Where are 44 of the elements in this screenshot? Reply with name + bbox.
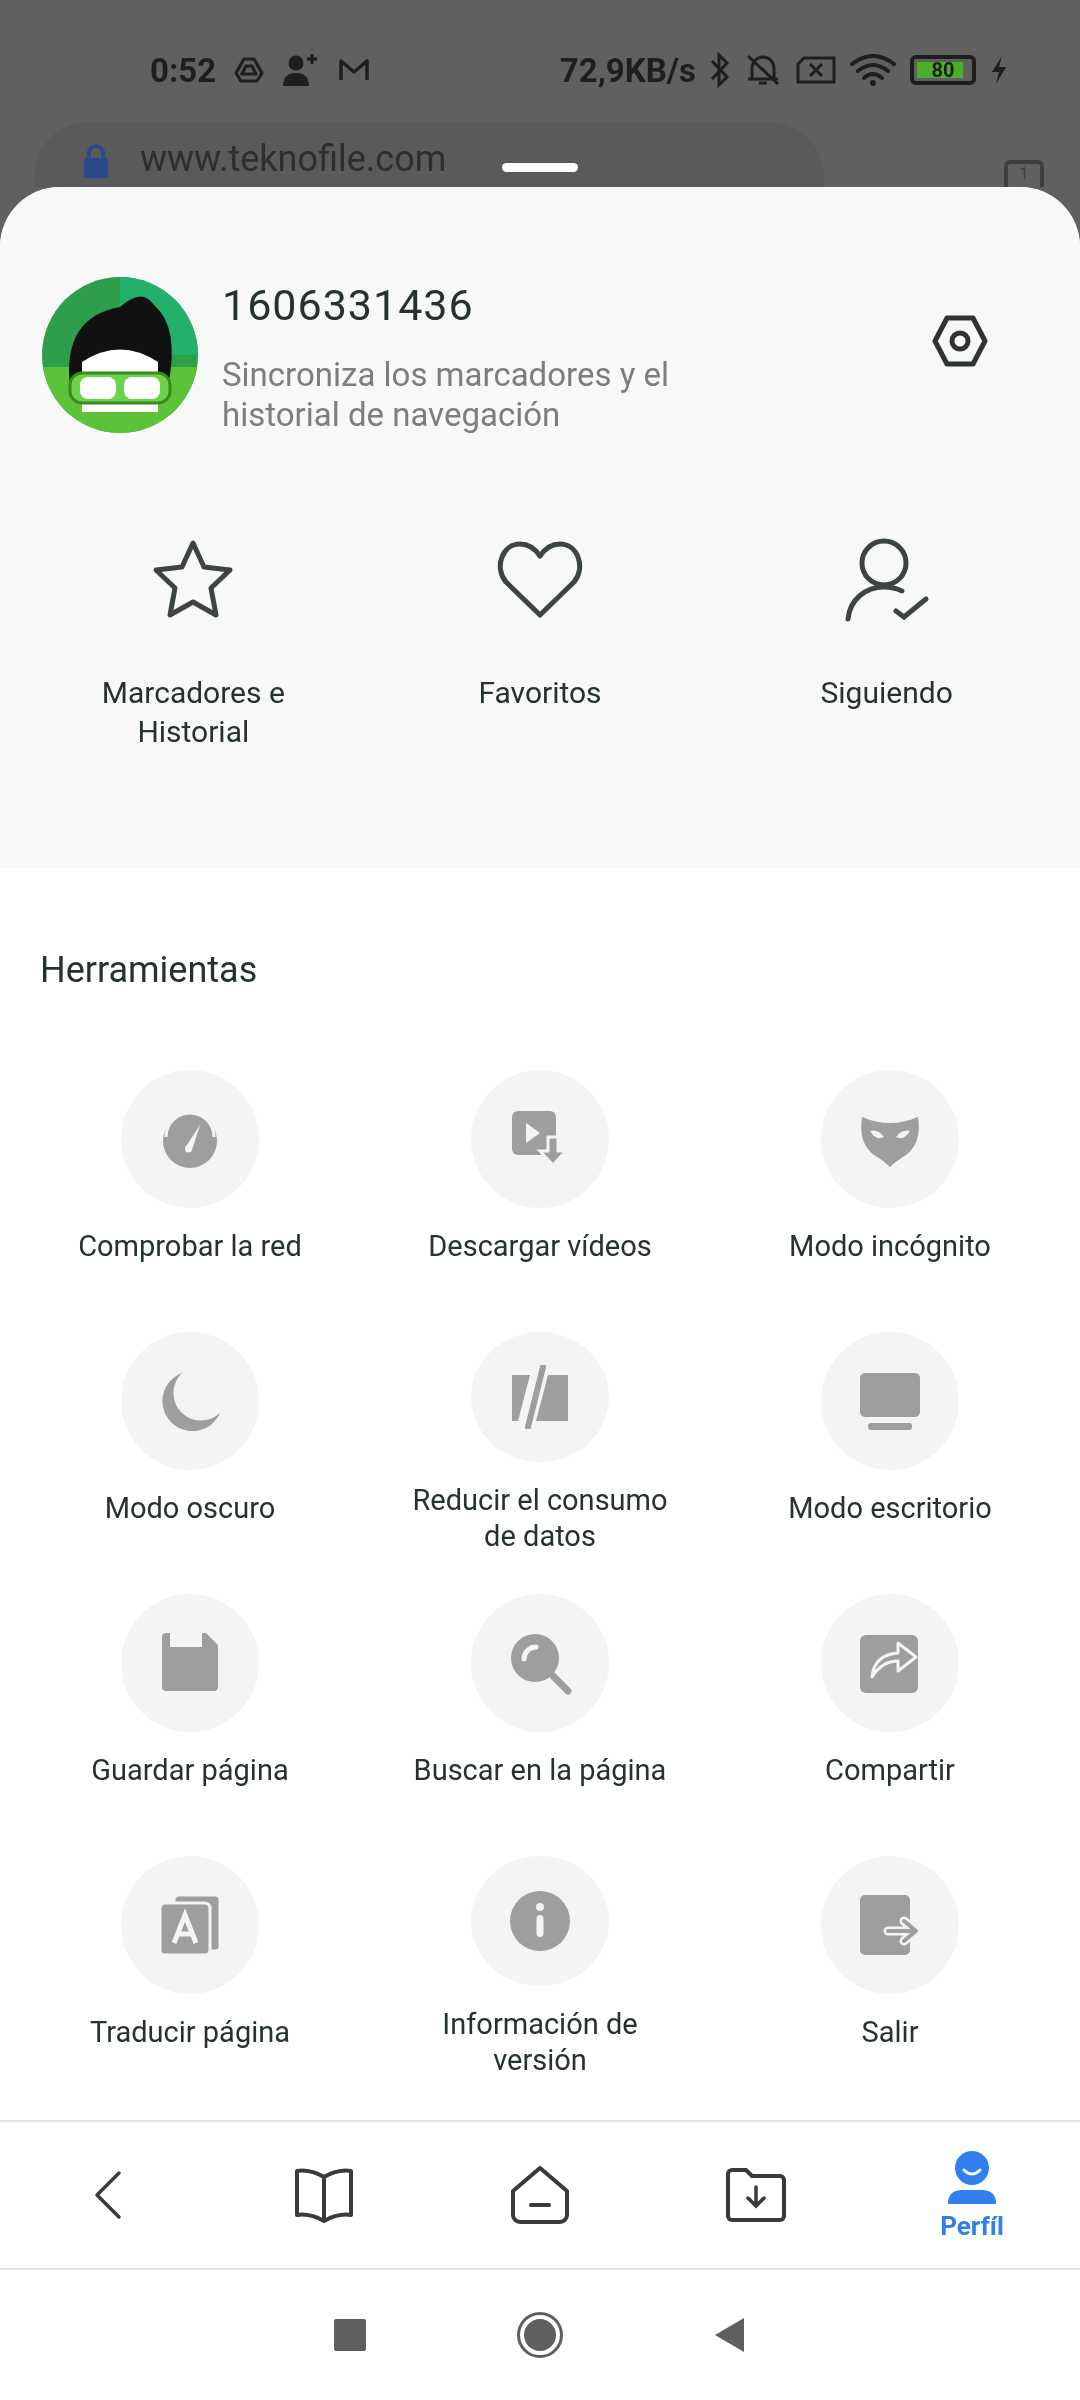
shortcut-button[interactable]: Marcadores e Historial — [20, 535, 367, 751]
tool-button[interactable]: Descargar vídeos — [365, 1070, 715, 1292]
bluetooth-icon — [710, 52, 730, 88]
shortcut-button[interactable]: Siguiendo — [713, 535, 1060, 751]
tool-button[interactable]: Compartir — [715, 1594, 1065, 1816]
drag-handle[interactable] — [502, 163, 578, 172]
mail-icon — [338, 58, 371, 82]
tool-button[interactable]: Traducir página — [15, 1856, 365, 2078]
back-triangle-icon[interactable] — [714, 2317, 746, 2353]
charging-icon — [990, 55, 1008, 85]
time: 0:52 — [150, 50, 217, 90]
person-check-icon — [843, 537, 930, 623]
settings-icon[interactable] — [932, 315, 988, 367]
home-button-icon[interactable] — [516, 2311, 564, 2359]
back-icon[interactable] — [93, 2170, 123, 2220]
profile-icon[interactable] — [946, 2150, 998, 2206]
tool-button[interactable]: Salir — [715, 1856, 1065, 2078]
lock-icon — [82, 144, 110, 180]
shortcut-button[interactable]: Favoritos — [366, 535, 714, 751]
tool-button[interactable]: Comprobar la red — [15, 1070, 365, 1292]
network-speed: 72,9KB/s — [559, 50, 696, 90]
no-sim-icon — [796, 56, 836, 84]
home-icon[interactable] — [510, 2165, 570, 2225]
nav-label[interactable]: Perfíl — [940, 2212, 1004, 2240]
book-icon[interactable] — [294, 2167, 354, 2223]
info-icon — [508, 1889, 572, 1953]
tool-button[interactable]: Modo incógnito — [715, 1070, 1065, 1292]
drive-icon — [234, 56, 265, 84]
tool-button[interactable]: Modo oscuro — [15, 1332, 365, 1554]
battery-indicator: 80 — [910, 55, 976, 85]
tool-button[interactable]: Buscar en la página — [365, 1594, 715, 1816]
user-name: 1606331436 — [222, 279, 475, 332]
wifi-icon — [850, 54, 896, 86]
search-icon — [508, 1631, 572, 1695]
section-title: Herramientas — [39, 948, 259, 992]
tool-button[interactable]: Guardar página — [15, 1594, 365, 1816]
heart-icon — [496, 540, 584, 620]
translate-icon — [158, 1893, 222, 1957]
tool-button[interactable]: Reducir el consumo de datos — [365, 1332, 715, 1554]
muted-bell-icon — [744, 53, 782, 87]
sync-description: Sincroniza los marcadores y el historial de navegación — [222, 355, 670, 435]
tool-button[interactable]: Información de versión — [365, 1856, 715, 2078]
download-folder-icon[interactable] — [725, 2167, 787, 2223]
tool-button[interactable]: Modo escritorio — [715, 1332, 1065, 1554]
